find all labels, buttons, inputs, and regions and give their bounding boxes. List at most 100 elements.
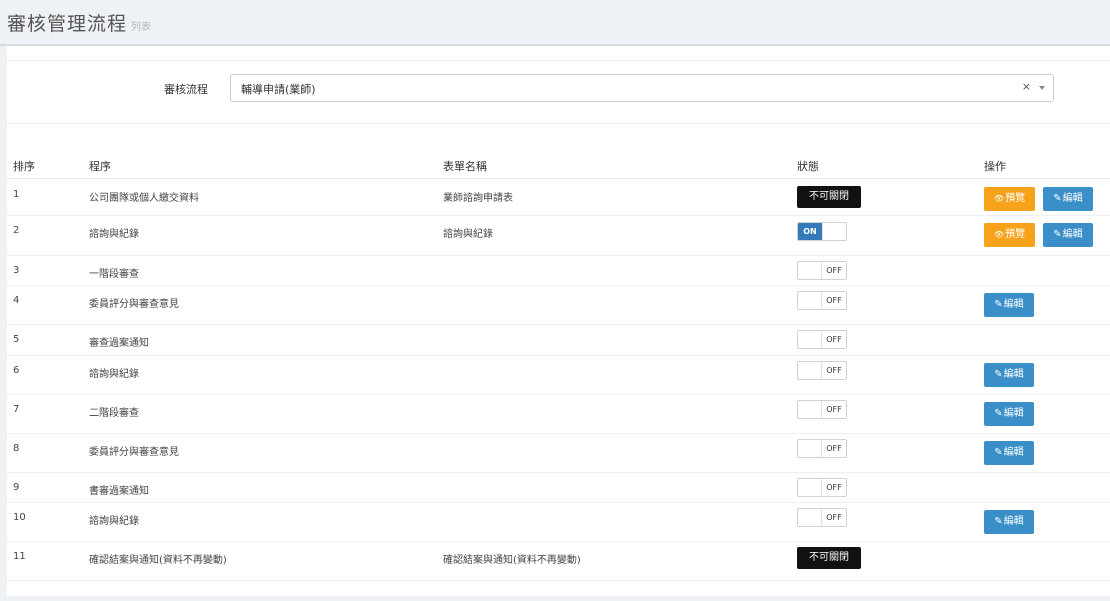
clear-icon[interactable]: × (1022, 80, 1031, 93)
row-form-name: 諮詢與紀錄 (443, 229, 493, 240)
row-order: 6 (13, 365, 20, 376)
edit-label: 編輯 (1003, 369, 1024, 380)
status-toggle-off[interactable]: OFF (797, 291, 847, 310)
row-order: 3 (13, 265, 20, 276)
pencil-icon: ✎ (994, 299, 1003, 310)
pencil-icon: ✎ (1053, 229, 1062, 240)
edit-button[interactable]: ✎編輯 (1043, 223, 1093, 247)
page-header: 審核管理流程 列表 (0, 0, 1110, 46)
pencil-icon: ✎ (994, 516, 1003, 527)
chevron-down-icon[interactable] (1039, 86, 1045, 90)
table-row: 11 確認結案與通知(資料不再變動) 確認結案與通知(資料不再變動) 不可關閉 (7, 541, 1110, 581)
toggle-off-label: OFF (821, 331, 846, 348)
row-order: 11 (13, 551, 26, 562)
status-toggle-off[interactable]: OFF (797, 361, 847, 380)
toggle-knob (798, 440, 821, 457)
row-order: 7 (13, 404, 20, 415)
preview-label: 預覽 (1005, 193, 1026, 204)
table-row: 8 委員評分與審查意見 OFF ✎編輯 (7, 433, 1110, 473)
toggle-knob (798, 292, 821, 309)
toggle-knob (798, 509, 821, 526)
status-toggle-off[interactable]: OFF (797, 330, 847, 349)
toggle-off-label: OFF (821, 479, 846, 496)
row-step-name: 委員評分與審查意見 (89, 299, 179, 310)
preview-button[interactable]: 👁預覽 (984, 187, 1035, 211)
edit-label: 編輯 (1003, 516, 1024, 527)
eye-icon: 👁 (993, 230, 1005, 239)
preview-label: 預覽 (1005, 229, 1026, 240)
edit-label: 編輯 (1003, 408, 1024, 419)
toggle-knob (798, 331, 821, 348)
page-subtitle: 列表 (131, 22, 152, 33)
toggle-off-label: OFF (821, 401, 846, 418)
toggle-off-label: OFF (821, 440, 846, 457)
edit-button[interactable]: ✎編輯 (984, 441, 1034, 465)
edit-button[interactable]: ✎編輯 (984, 402, 1034, 426)
edit-label: 編輯 (1062, 229, 1083, 240)
column-header-status: 狀態 (797, 160, 819, 173)
toggle-knob (798, 479, 821, 496)
cannot-close-button[interactable]: 不可關閉 (797, 186, 861, 208)
status-toggle-off[interactable]: OFF (797, 261, 847, 280)
edit-label: 編輯 (1003, 447, 1024, 458)
edit-button[interactable]: ✎編輯 (1043, 187, 1093, 211)
status-toggle-off[interactable]: OFF (797, 508, 847, 527)
pencil-icon: ✎ (994, 447, 1003, 458)
preview-button[interactable]: 👁預覽 (984, 223, 1035, 247)
edit-button[interactable]: ✎編輯 (984, 293, 1034, 317)
table-row: 4 委員評分與審查意見 OFF ✎編輯 (7, 285, 1110, 325)
row-step-name: 委員評分與審查意見 (89, 447, 179, 458)
column-header-order: 排序 (13, 160, 35, 173)
toggle-off-label: OFF (821, 262, 846, 279)
eye-icon: 👁 (993, 194, 1005, 203)
column-header-step: 程序 (89, 160, 111, 173)
column-header-actions: 操作 (984, 160, 1006, 173)
pencil-icon: ✎ (994, 408, 1003, 419)
row-step-name: 諮詢與紀錄 (89, 516, 139, 527)
status-toggle-off[interactable]: OFF (797, 439, 847, 458)
table-row: 1 公司團隊或個人繳交資料 業師諮詢申請表 不可關閉 👁預覽 ✎編輯 (7, 179, 1110, 216)
row-order: 5 (13, 334, 20, 345)
row-order: 8 (13, 443, 20, 454)
toggle-on-label: ON (798, 223, 822, 240)
edit-label: 編輯 (1062, 193, 1083, 204)
process-select-value: 輔導申請(業師) (241, 83, 316, 96)
row-form-name: 確認結案與通知(資料不再變動) (443, 555, 581, 566)
table-row: 6 諮詢與紀錄 OFF ✎編輯 (7, 355, 1110, 395)
process-select[interactable]: 輔導申請(業師) × (230, 74, 1054, 102)
pencil-icon: ✎ (1053, 193, 1062, 204)
row-step-name: 一階段審查 (89, 269, 139, 280)
table-row: 2 諮詢與紀錄 諮詢與紀錄 ON 👁預覽 ✎編輯 (7, 215, 1110, 256)
status-toggle-off[interactable]: OFF (797, 478, 847, 497)
toggle-knob (798, 262, 821, 279)
edit-button[interactable]: ✎編輯 (984, 510, 1034, 534)
row-step-name: 諮詢與紀錄 (89, 229, 139, 240)
content-panel: 審核流程 輔導申請(業師) × 排序 程序 表單名稱 狀態 操作 1 公司團隊或個… (7, 46, 1110, 596)
row-order: 9 (13, 482, 20, 493)
row-order: 4 (13, 295, 20, 306)
toggle-knob (798, 401, 821, 418)
process-filter-label: 審核流程 (164, 83, 208, 96)
table-row: 10 諮詢與紀錄 OFF ✎編輯 (7, 502, 1110, 542)
pencil-icon: ✎ (994, 369, 1003, 380)
table-header: 排序 程序 表單名稱 狀態 操作 (7, 150, 1110, 179)
table-row: 7 二階段審查 OFF ✎編輯 (7, 394, 1110, 434)
toggle-knob (798, 362, 821, 379)
toggle-off-label: OFF (821, 362, 846, 379)
row-step-name: 諮詢與紀錄 (89, 369, 139, 380)
row-order: 1 (13, 189, 20, 200)
table-row: 9 書審過案通知 OFF (7, 472, 1110, 503)
status-toggle-off[interactable]: OFF (797, 400, 847, 419)
row-step-name: 審查過案通知 (89, 338, 149, 349)
toggle-knob (822, 223, 846, 240)
row-step-name: 公司團隊或個人繳交資料 (89, 193, 199, 204)
toggle-off-label: OFF (821, 292, 846, 309)
edit-button[interactable]: ✎編輯 (984, 363, 1034, 387)
cannot-close-button[interactable]: 不可關閉 (797, 547, 861, 569)
row-form-name: 業師諮詢申請表 (443, 193, 513, 204)
status-toggle-on[interactable]: ON (797, 222, 847, 241)
row-order: 10 (13, 512, 26, 523)
row-order: 2 (13, 225, 20, 236)
table-row: 3 一階段審查 OFF (7, 255, 1110, 286)
toggle-off-label: OFF (821, 509, 846, 526)
